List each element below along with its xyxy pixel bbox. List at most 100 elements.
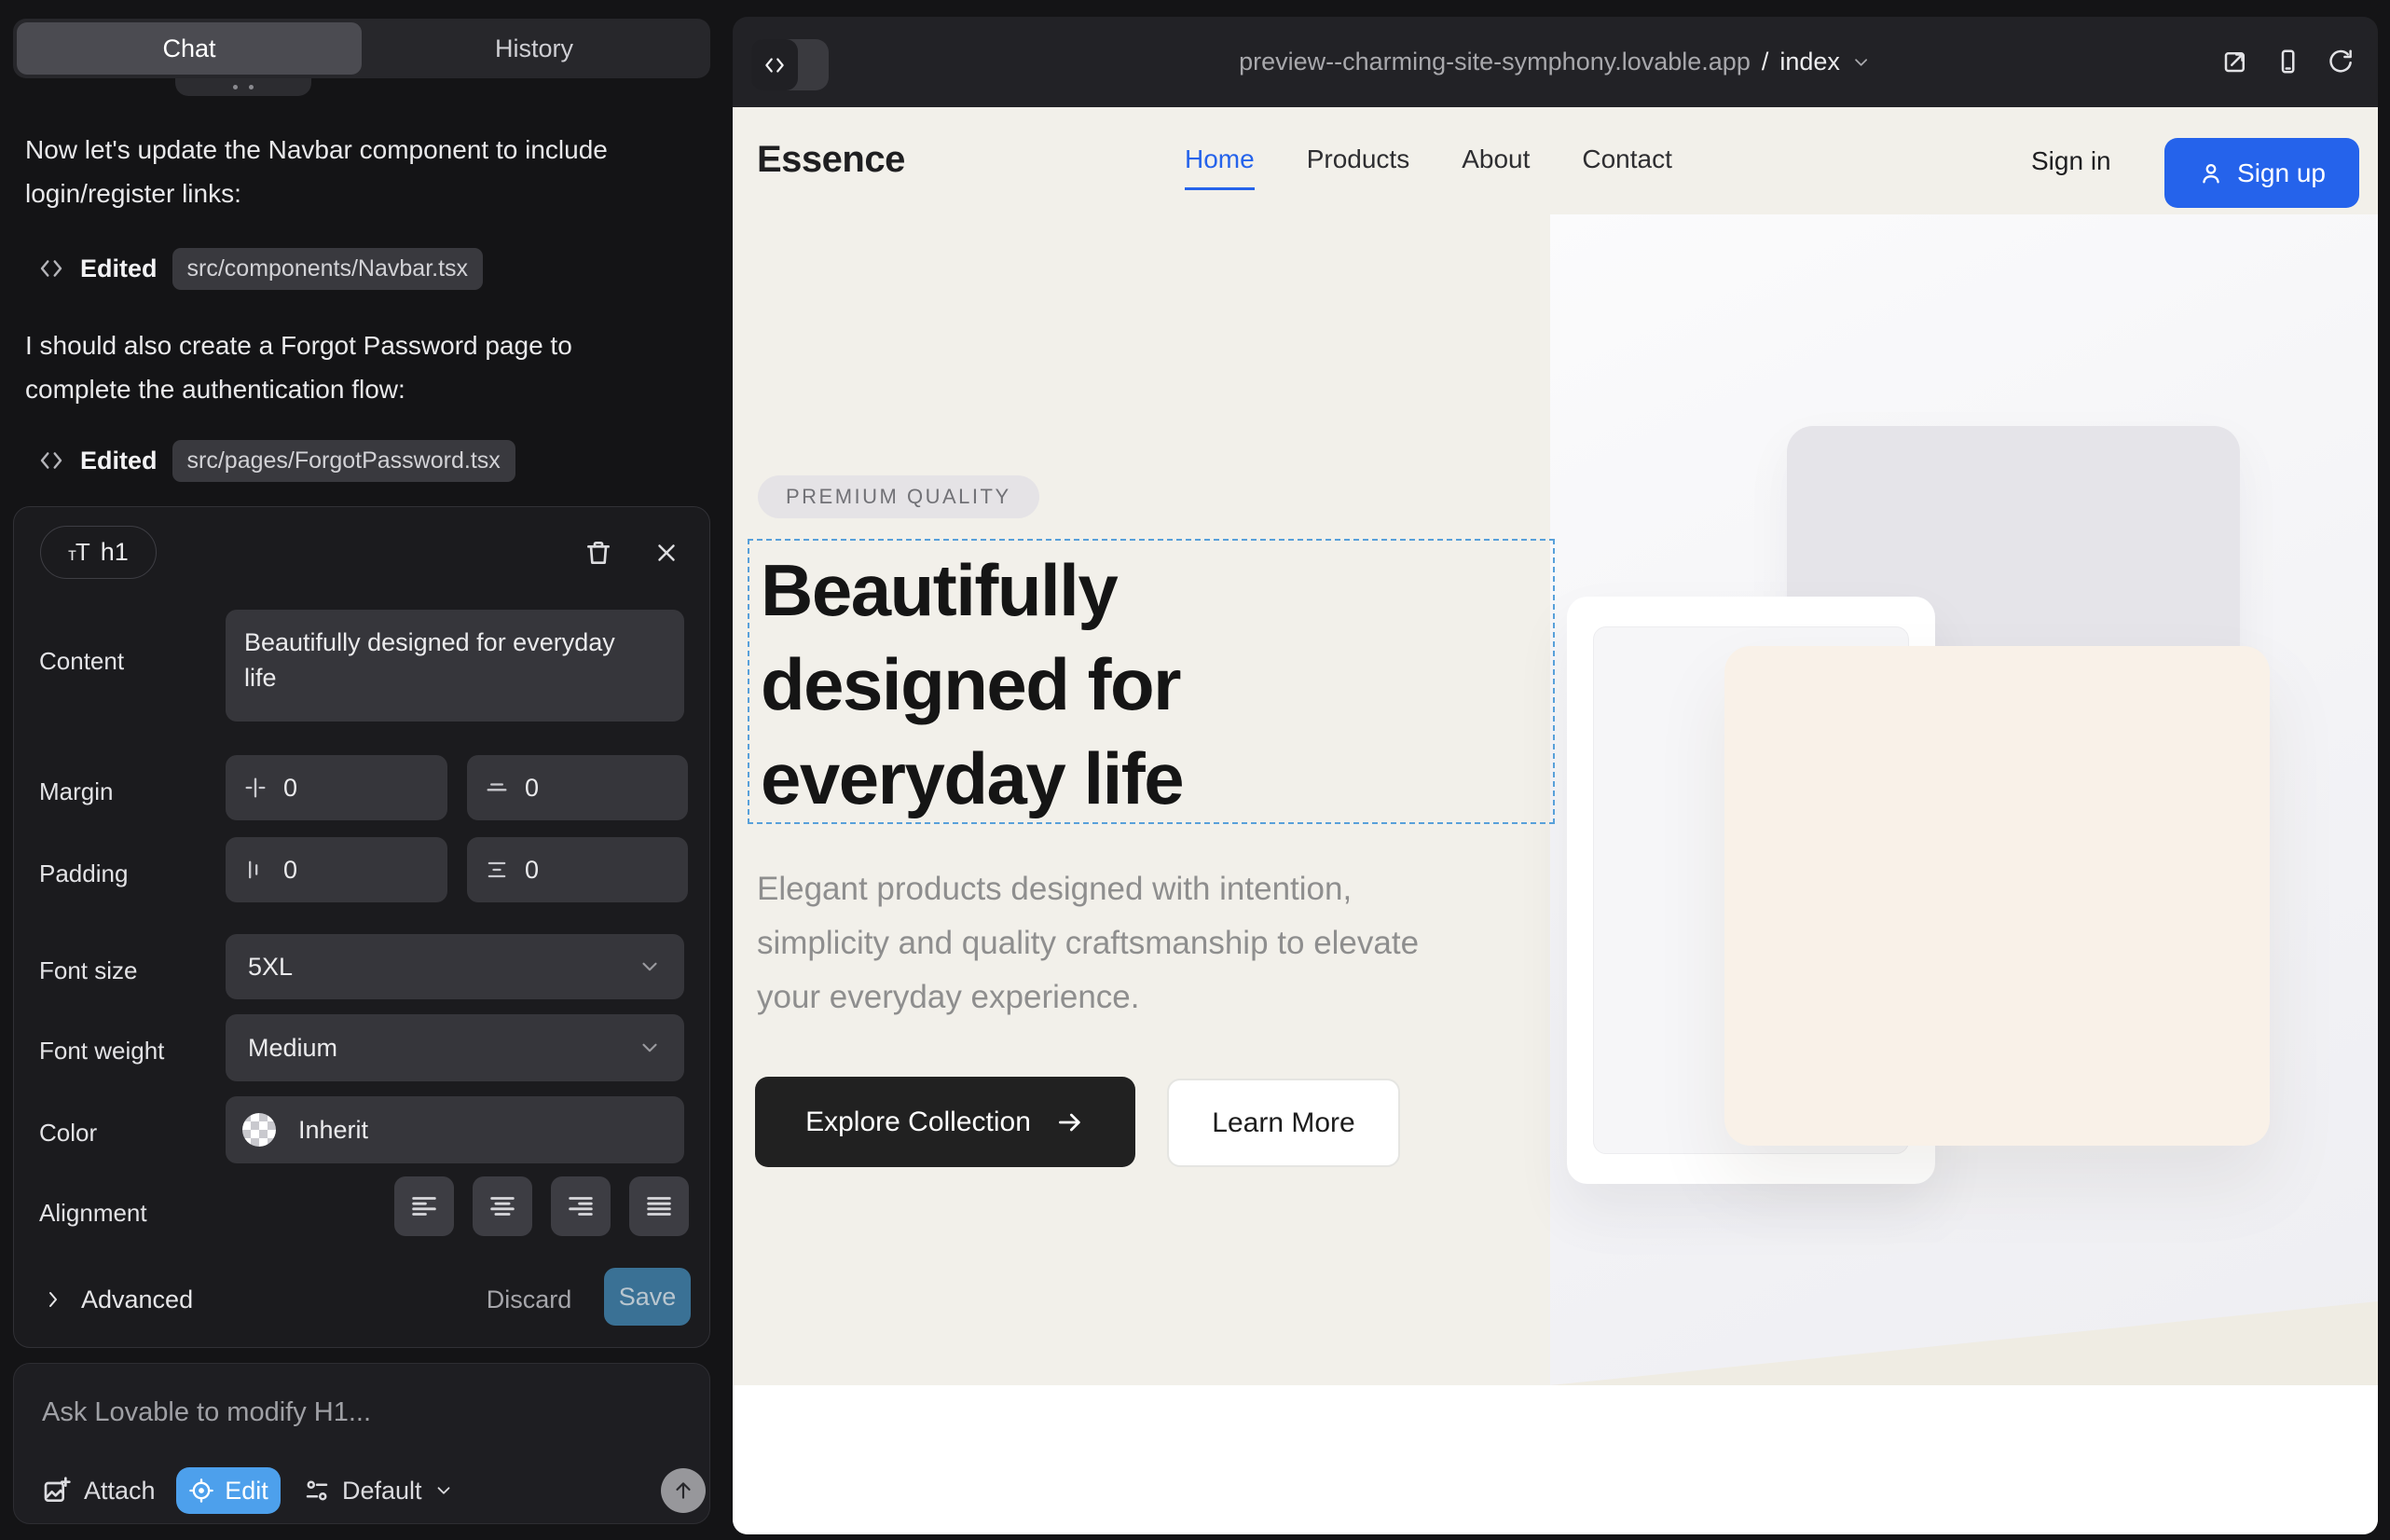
site-logo[interactable]: Essence bbox=[757, 139, 905, 181]
padding-x-field[interactable]: 0 bbox=[226, 837, 447, 902]
default-label: Default bbox=[342, 1477, 422, 1506]
explore-collection-label: Explore Collection bbox=[805, 1107, 1031, 1138]
padding-y-value: 0 bbox=[525, 856, 539, 885]
edit-label: Edit bbox=[225, 1477, 268, 1506]
edited-label: Edited bbox=[80, 447, 158, 475]
send-button[interactable] bbox=[661, 1468, 706, 1513]
open-external-icon bbox=[2221, 48, 2249, 76]
chevron-down-icon bbox=[1851, 52, 1872, 73]
refresh-button[interactable] bbox=[2321, 42, 2360, 81]
padding-label: Padding bbox=[39, 859, 128, 888]
tab-chat-label: Chat bbox=[162, 34, 215, 63]
attach-image-icon bbox=[42, 1476, 72, 1506]
close-icon bbox=[652, 539, 680, 567]
padding-x-icon bbox=[242, 857, 268, 883]
scrolled-message-chip bbox=[175, 78, 311, 96]
color-value: Inherit bbox=[298, 1116, 368, 1145]
font-size-value: 5XL bbox=[248, 953, 293, 982]
nav-link-home[interactable]: Home bbox=[1185, 144, 1255, 174]
premium-quality-badge: PREMIUM QUALITY bbox=[758, 475, 1039, 518]
align-right-icon bbox=[565, 1190, 597, 1222]
margin-y-field[interactable]: 0 bbox=[467, 755, 688, 820]
headline-line: everyday life bbox=[761, 732, 1183, 826]
browser-chrome: preview--charming-site-symphony.lovable.… bbox=[733, 17, 2378, 107]
content-input[interactable]: Beautifully designed for everyday life bbox=[226, 610, 684, 722]
chat-panel: Chat History Now let's update the Navbar… bbox=[0, 0, 727, 1540]
alignment-label: Alignment bbox=[39, 1199, 147, 1228]
mobile-view-button[interactable] bbox=[2268, 42, 2307, 81]
edited-file-chip[interactable]: src/pages/ForgotPassword.tsx bbox=[172, 440, 515, 482]
headline-line: Beautifully bbox=[761, 543, 1183, 638]
chevron-right-icon bbox=[42, 1288, 64, 1311]
open-external-button[interactable] bbox=[2216, 42, 2255, 81]
edited-file-row: Edited src/components/Navbar.tsx bbox=[37, 244, 483, 293]
explore-collection-button[interactable]: Explore Collection bbox=[755, 1077, 1135, 1167]
url-separator: / bbox=[1762, 48, 1769, 76]
element-tag-label: h1 bbox=[101, 538, 129, 567]
browser-preview-window: preview--charming-site-symphony.lovable.… bbox=[733, 17, 2378, 1534]
user-icon bbox=[2198, 160, 2224, 186]
element-editor-panel: тT h1 Content Beautifully designed for e… bbox=[13, 506, 710, 1348]
align-justify-button[interactable] bbox=[629, 1176, 689, 1236]
composer-input[interactable] bbox=[42, 1386, 657, 1438]
chat-message: Now let's update the Navbar component to… bbox=[25, 128, 622, 215]
arrow-right-icon bbox=[1055, 1107, 1085, 1137]
composer: Attach Edit Default bbox=[13, 1363, 710, 1524]
tab-chat[interactable]: Chat bbox=[17, 22, 362, 75]
decor-cream-card bbox=[1724, 646, 2270, 1146]
edited-file-row: Edited src/pages/ForgotPassword.tsx bbox=[37, 436, 515, 485]
refresh-icon bbox=[2327, 48, 2355, 76]
chat-history-tabs: Chat History bbox=[13, 19, 710, 78]
code-preview-toggle[interactable] bbox=[751, 39, 829, 90]
sign-in-link[interactable]: Sign in bbox=[2031, 146, 2111, 176]
nav-link-about[interactable]: About bbox=[1462, 144, 1530, 174]
nav-link-contact[interactable]: Contact bbox=[1582, 144, 1672, 174]
learn-more-button[interactable]: Learn More bbox=[1167, 1079, 1400, 1167]
url-bar[interactable]: preview--charming-site-symphony.lovable.… bbox=[1239, 17, 1872, 107]
align-left-icon bbox=[408, 1190, 440, 1222]
edited-file-chip[interactable]: src/components/Navbar.tsx bbox=[172, 248, 484, 290]
code-icon bbox=[37, 447, 65, 474]
padding-y-icon bbox=[484, 857, 510, 883]
attach-label: Attach bbox=[84, 1477, 156, 1506]
chevron-down-icon bbox=[638, 955, 662, 979]
page-bottom-section bbox=[733, 1385, 2378, 1534]
save-button[interactable]: Save bbox=[604, 1268, 691, 1326]
color-field[interactable]: Inherit bbox=[226, 1096, 684, 1163]
font-weight-label: Font weight bbox=[39, 1037, 164, 1066]
edit-mode-button[interactable]: Edit bbox=[176, 1467, 281, 1514]
padding-x-value: 0 bbox=[283, 856, 297, 885]
align-left-button[interactable] bbox=[394, 1176, 454, 1236]
close-editor-button[interactable] bbox=[645, 531, 688, 574]
url-host: preview--charming-site-symphony.lovable.… bbox=[1239, 48, 1751, 76]
discard-button[interactable]: Discard bbox=[480, 1273, 578, 1326]
color-label: Color bbox=[39, 1119, 97, 1148]
margin-y-value: 0 bbox=[525, 774, 539, 803]
selected-element-tag: тT h1 bbox=[40, 526, 157, 579]
nav-link-products[interactable]: Products bbox=[1307, 144, 1410, 174]
hero-headline[interactable]: Beautifully designed for everyday life bbox=[761, 543, 1183, 826]
align-right-button[interactable] bbox=[551, 1176, 611, 1236]
padding-y-field[interactable]: 0 bbox=[467, 837, 688, 902]
margin-x-field[interactable]: 0 bbox=[226, 755, 447, 820]
chevron-down-icon bbox=[638, 1036, 662, 1060]
tab-history-label: History bbox=[495, 34, 573, 63]
transparent-swatch-icon bbox=[242, 1113, 276, 1147]
mobile-icon bbox=[2273, 48, 2301, 76]
learn-more-label: Learn More bbox=[1212, 1107, 1354, 1139]
default-mode-button[interactable]: Default bbox=[303, 1466, 454, 1515]
attach-button[interactable]: Attach bbox=[42, 1466, 156, 1515]
tab-history[interactable]: History bbox=[362, 22, 707, 75]
align-center-button[interactable] bbox=[473, 1176, 532, 1236]
font-weight-select[interactable]: Medium bbox=[226, 1014, 684, 1081]
content-label: Content bbox=[39, 647, 124, 676]
sign-up-button[interactable]: Sign up bbox=[2164, 138, 2359, 208]
sign-up-label: Sign up bbox=[2237, 158, 2326, 188]
margin-y-icon bbox=[484, 775, 510, 801]
font-size-select[interactable]: 5XL bbox=[226, 934, 684, 999]
delete-element-button[interactable] bbox=[577, 531, 620, 574]
font-weight-value: Medium bbox=[248, 1034, 337, 1063]
edit-target-icon bbox=[188, 1478, 214, 1504]
site-navbar: Essence Home Products About Contact Sign… bbox=[733, 107, 2378, 214]
advanced-toggle[interactable]: Advanced bbox=[42, 1273, 193, 1326]
